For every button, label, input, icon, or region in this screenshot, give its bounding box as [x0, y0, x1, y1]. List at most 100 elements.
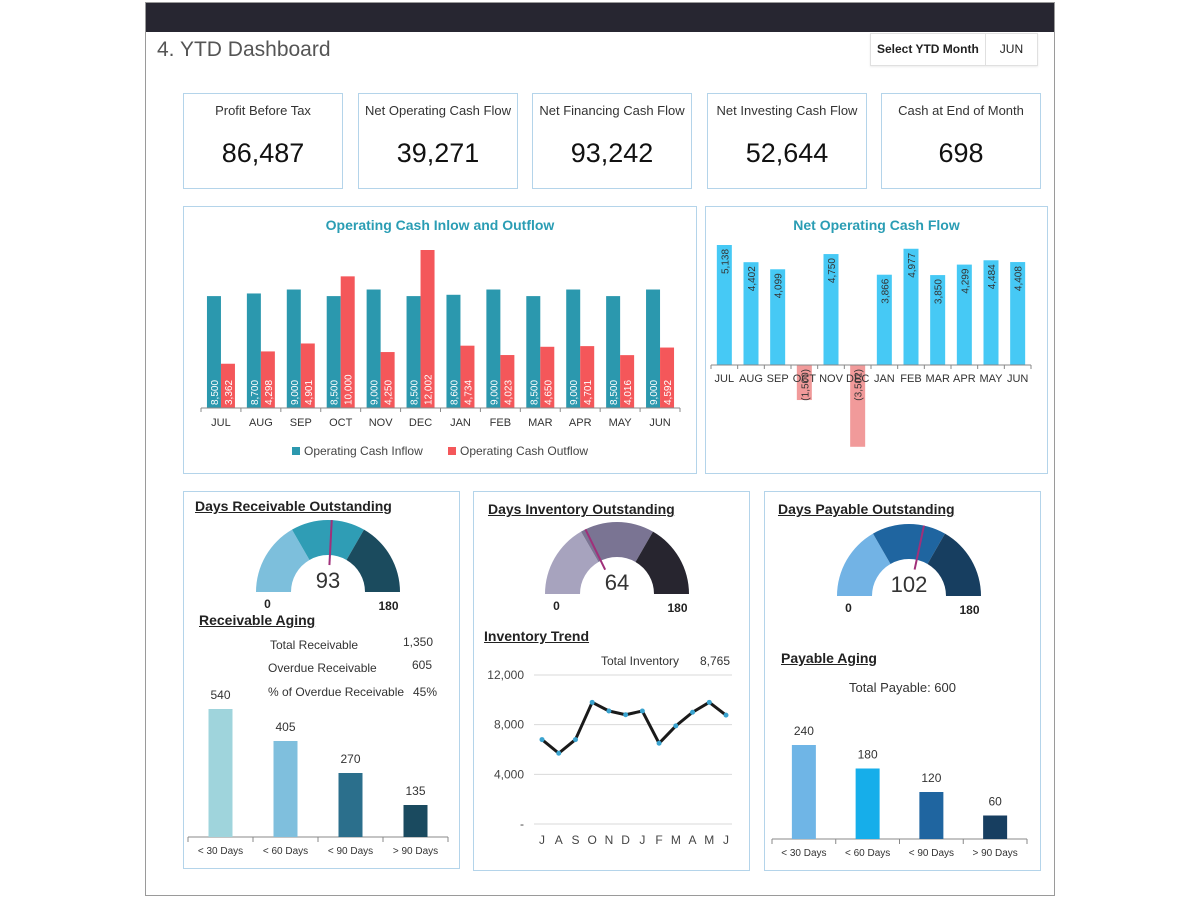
- x-tick-label: DEC: [846, 373, 869, 385]
- kpi-net-operating-cash-flow: Net Operating Cash Flow 39,271: [358, 93, 518, 189]
- inventory-point: [556, 750, 562, 756]
- kpi-value: 698: [938, 138, 984, 168]
- kpi-value: 39,271: [396, 138, 480, 168]
- x-tick-label: J: [639, 833, 645, 847]
- x-tick-label: JUN: [649, 417, 670, 429]
- bar-value-label: 8,500: [609, 380, 620, 405]
- bar-value-label: 4,734: [463, 380, 474, 405]
- page-title: 4. YTD Dashboard: [157, 38, 331, 61]
- gauge-max-label: 180: [378, 599, 398, 613]
- inventory-trend-chart: -4,0008,00012,000J A S O N D J F M A M J: [487, 670, 732, 847]
- inventory-point: [656, 740, 662, 746]
- x-tick-label: AUG: [249, 417, 273, 429]
- aging-bar: [403, 805, 428, 837]
- x-tick-label: FEB: [490, 417, 511, 429]
- x-tick-label: J: [539, 833, 545, 847]
- payable-panel: Days Payable Outstanding 102 0 180 Payable…: [764, 491, 1041, 871]
- kpi-label: Net Financing Cash Flow: [539, 103, 685, 118]
- stat-value: 1,350: [403, 635, 434, 649]
- bar-value-label: 3,850: [934, 279, 945, 304]
- bar-value-label: 4,592: [663, 380, 674, 405]
- ytd-month-value[interactable]: JUN: [986, 34, 1037, 65]
- x-tick-label: M: [704, 833, 714, 847]
- kpi-profit-before-tax: Profit Before Tax 86,487: [183, 93, 343, 189]
- x-tick-label: APR: [569, 417, 592, 429]
- bar-value-label: 270: [340, 752, 360, 766]
- x-tick-label: < 30 Days: [198, 846, 243, 857]
- x-tick-label: NOV: [819, 373, 844, 385]
- bar-value-label: 10,000: [344, 374, 355, 405]
- x-tick-label: < 90 Days: [328, 846, 373, 857]
- inventory-point: [723, 712, 729, 718]
- x-tick-label: MAY: [609, 417, 633, 429]
- bar-value-label: 4,099: [774, 273, 785, 298]
- operating-cash-chart: 8,500 3,362 8,700 4,298 9,000 4,901 8,500 10,00…: [200, 250, 681, 458]
- x-tick-label: JUN: [1007, 373, 1028, 385]
- kpi-value: 93,242: [570, 138, 654, 168]
- legend-label-outflow: Operating Cash Outflow: [460, 444, 588, 458]
- x-tick-label: A: [689, 833, 697, 847]
- x-tick-label: SEP: [290, 417, 312, 429]
- gauge-value: 102: [891, 572, 928, 597]
- gauge-value: 93: [316, 568, 340, 593]
- bar-value-label: 240: [794, 724, 814, 738]
- x-tick-label: < 90 Days: [909, 848, 954, 859]
- bar-value-label: 120: [921, 771, 941, 785]
- bar-value-label: 4,299: [960, 268, 971, 293]
- inventory-point: [639, 708, 645, 714]
- bar-value-label: 9,000: [290, 380, 301, 405]
- x-tick-label: OCT: [793, 373, 817, 385]
- aging-bar: [338, 773, 363, 837]
- section-title: Days Receivable Outstanding: [195, 498, 392, 514]
- bar-value-label: 8,500: [210, 380, 221, 405]
- bar-value-label: 9,000: [649, 380, 660, 405]
- bar-value-label: 540: [210, 688, 230, 702]
- x-tick-label: DEC: [409, 417, 432, 429]
- section-title: Inventory Trend: [484, 628, 590, 644]
- inventory-line: [541, 700, 727, 755]
- x-tick-label: D: [621, 833, 630, 847]
- aging-bar: [855, 768, 880, 839]
- x-tick-label: J: [723, 833, 729, 847]
- kpi-label: Profit Before Tax: [215, 103, 311, 118]
- x-tick-label: NOV: [369, 417, 394, 429]
- bar-value-label: 4,250: [384, 380, 395, 405]
- x-tick-label: AUG: [739, 373, 763, 385]
- bar-value-label: 60: [988, 795, 1002, 809]
- inventory-point: [572, 737, 578, 743]
- x-tick-label: F: [655, 833, 662, 847]
- x-tick-label: A: [555, 833, 563, 847]
- net-operating-panel: Net Operating Cash Flow 5,138 4,402 4,099(…: [705, 206, 1048, 474]
- net-operating-chart: 5,1384,402 4,099(1,500)4,750(3,502)3,8664…: [710, 245, 1032, 447]
- section-title: Days Payable Outstanding: [778, 501, 955, 517]
- total-payable: Total Payable: 600: [849, 680, 956, 695]
- stat-value: 605: [412, 658, 433, 672]
- bar-value-label: 3,362: [224, 380, 235, 405]
- bar-value-label: 8,700: [250, 380, 261, 405]
- legend-label-inflow: Operating Cash Inflow: [304, 444, 423, 458]
- y-tick-label: 12,000: [487, 670, 524, 682]
- aging-bar: [919, 792, 944, 839]
- x-tick-label: < 60 Days: [263, 846, 308, 857]
- gauge-min-label: 0: [845, 601, 852, 615]
- bar-value-label: 8,600: [449, 380, 460, 405]
- gauge-value: 64: [605, 570, 629, 595]
- bar-value-label: 180: [858, 748, 878, 762]
- stat-value: 8,765: [700, 654, 731, 668]
- bar-value-label: 9,000: [370, 380, 381, 405]
- bar-value-label: 4,023: [503, 380, 514, 405]
- x-tick-label: M: [671, 833, 681, 847]
- bar-value-label: 5,138: [720, 249, 731, 274]
- gauge-max-label: 180: [667, 601, 687, 615]
- legend-swatch-outflow: [448, 447, 456, 455]
- bar-value-label: 4,750: [827, 258, 838, 283]
- aging-bar: [983, 815, 1008, 839]
- operating-cash-panel: Operating Cash Inlow and Outflow 8,500 3,…: [183, 206, 697, 474]
- bar-value-label: 9,000: [489, 380, 500, 405]
- x-tick-label: JAN: [874, 373, 895, 385]
- ytd-month-selector[interactable]: Select YTD Month JUN: [870, 33, 1039, 66]
- kpi-net-investing-cash-flow: Net Investing Cash Flow 52,644: [707, 93, 867, 189]
- aging-bar: [273, 741, 298, 837]
- x-tick-label: JUL: [211, 417, 231, 429]
- stat-label: Total Receivable: [270, 638, 359, 652]
